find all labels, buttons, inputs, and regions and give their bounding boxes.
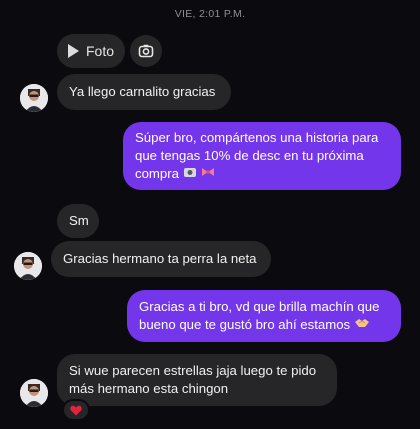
message-text: Si wue parecen estrellas jaja luego te p… [69, 363, 317, 378]
camera-icon [138, 44, 154, 58]
timestamp: VIE, 2:01 P.M. [174, 8, 246, 20]
message-text: Ya llego carnalito gracias [69, 84, 216, 99]
contact-avatar[interactable] [20, 84, 48, 112]
outgoing-message[interactable]: Súper bro, compártenos una historia para… [123, 122, 401, 190]
message-text: Súper bro, compártenos una historia para [135, 130, 379, 145]
camera-flash-emoji-icon [183, 166, 197, 184]
incoming-message[interactable]: Ya llego carnalito gracias [57, 74, 231, 110]
photo-label: Foto [85, 43, 114, 59]
contact-avatar[interactable] [20, 379, 48, 407]
photo-message-chip[interactable]: Foto [57, 34, 125, 68]
camera-button[interactable] [130, 35, 162, 67]
incoming-message[interactable]: Si wue parecen estrellas jaja luego te p… [57, 354, 337, 406]
heart-reaction[interactable] [62, 399, 90, 421]
incoming-message[interactable]: Sm [57, 204, 99, 238]
heart-icon [70, 405, 82, 415]
avatar-image [20, 84, 48, 112]
message-text: que tengas 10% de desc en tu próxima [135, 148, 364, 163]
incoming-message[interactable]: Gracias hermano ta perra la neta [51, 241, 271, 277]
chat-screen: VIE, 2:01 P.M. Foto Ya llego carnalito g… [0, 0, 420, 429]
message-text: Sm [69, 213, 89, 228]
ribbon-bow-emoji-icon [200, 166, 216, 184]
message-text: compra [135, 166, 179, 181]
message-text: bueno que te gustó bro ahí estamos [139, 317, 351, 332]
contact-avatar[interactable] [14, 252, 42, 280]
avatar-image [20, 379, 48, 407]
outgoing-message[interactable]: Gracias a ti bro, vd que brilla machín q… [127, 290, 401, 342]
play-icon [67, 44, 79, 58]
handshake-emoji-icon [354, 317, 370, 335]
avatar-image [14, 252, 42, 280]
message-text: Gracias hermano ta perra la neta [63, 251, 257, 266]
message-text: Gracias a ti bro, vd que brilla machín q… [139, 299, 380, 314]
message-text: más hermano esta chingon [69, 381, 229, 396]
